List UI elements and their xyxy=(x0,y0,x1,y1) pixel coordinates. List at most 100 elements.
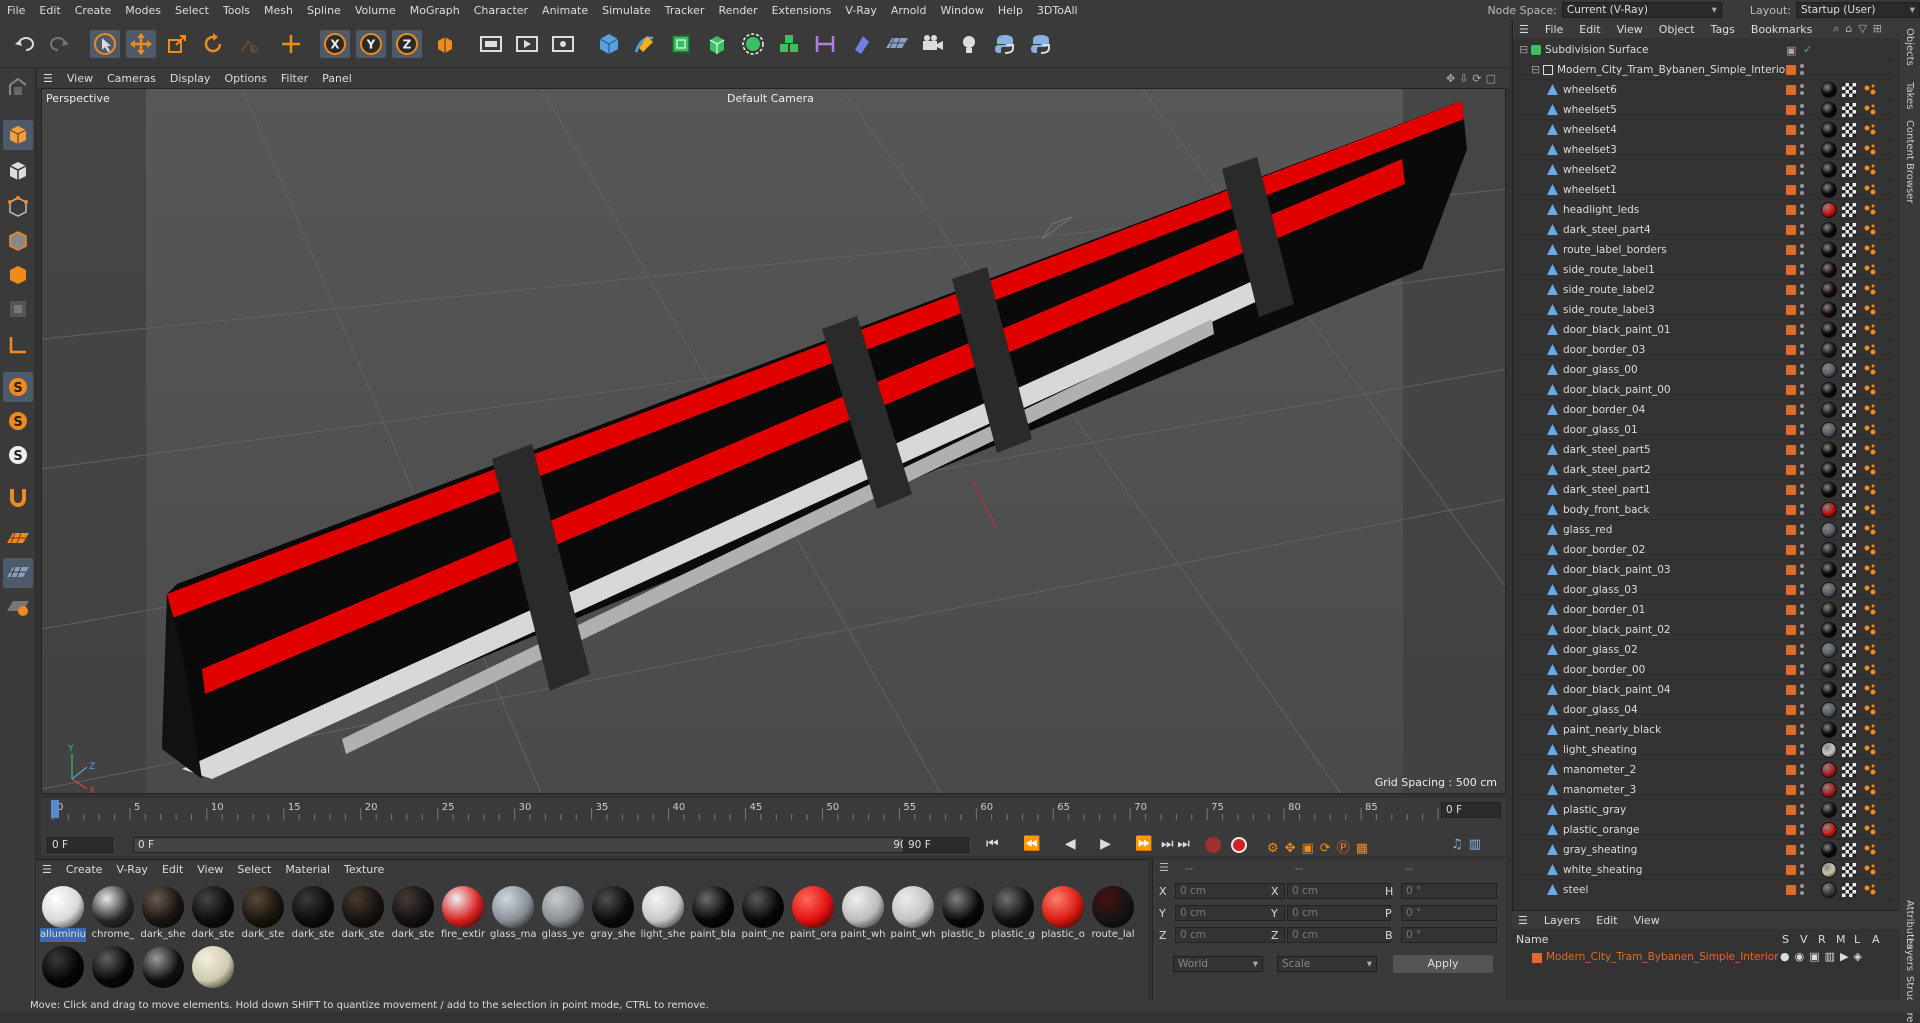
uvw-tag-icon[interactable] xyxy=(1842,303,1856,317)
material-tag-icon[interactable] xyxy=(1821,142,1837,158)
object-row[interactable]: body_front_back xyxy=(1513,500,1891,520)
uvw-tag-icon[interactable] xyxy=(1842,463,1856,477)
visibility-dots-icon[interactable] xyxy=(1800,83,1804,97)
visibility-dots-icon[interactable] xyxy=(1800,263,1804,277)
object-row[interactable]: manometer_2 xyxy=(1513,760,1891,780)
end-frame-field[interactable]: 90 F xyxy=(903,837,969,853)
visibility-dots-icon[interactable] xyxy=(1800,503,1804,517)
light-icon[interactable] xyxy=(954,30,984,58)
locked-icon[interactable] xyxy=(234,30,264,58)
axis-mode-icon[interactable] xyxy=(3,330,33,360)
visibility-dots-icon[interactable] xyxy=(1800,603,1804,617)
object-row[interactable]: door_border_02 xyxy=(1513,540,1891,560)
redo-icon[interactable] xyxy=(44,30,74,58)
material-tag-icon[interactable] xyxy=(1821,382,1837,398)
uvw-tag-icon[interactable] xyxy=(1842,263,1856,277)
object-row[interactable]: door_black_paint_03 xyxy=(1513,560,1891,580)
material-tag-icon[interactable] xyxy=(1821,242,1837,258)
expand-toggle-icon[interactable]: ⊟ xyxy=(1531,63,1540,76)
material-swatch[interactable]: paint_ora xyxy=(790,886,836,944)
key-channel-icons[interactable]: ⚙✥▣⟳Ⓟ▦ xyxy=(1267,837,1374,856)
phong-tag-icon[interactable] xyxy=(1863,264,1877,276)
rotation-field[interactable]: 0 ° xyxy=(1401,883,1497,899)
uvw-tag-icon[interactable] xyxy=(1842,83,1856,97)
visibility-dots-icon[interactable] xyxy=(1800,863,1804,877)
phong-tag-icon[interactable] xyxy=(1863,824,1877,836)
material-tag-icon[interactable] xyxy=(1821,622,1837,638)
object-row[interactable]: door_black_paint_04 xyxy=(1513,680,1891,700)
visibility-dots-icon[interactable] xyxy=(1800,483,1804,497)
uvw-tag-icon[interactable] xyxy=(1842,103,1856,117)
material-swatch[interactable]: chrome_ xyxy=(90,886,136,944)
autokey-icon[interactable] xyxy=(1231,837,1247,853)
viewport-menu-filter[interactable]: Filter xyxy=(274,72,315,85)
pen-icon[interactable] xyxy=(630,30,660,58)
material-swatch[interactable]: dark_ste xyxy=(190,886,236,944)
current-frame-field[interactable]: 0 F xyxy=(1441,802,1501,818)
object-row[interactable]: route_label_borders xyxy=(1513,240,1891,260)
phong-tag-icon[interactable] xyxy=(1863,664,1877,676)
menu-select[interactable]: Select xyxy=(168,4,216,17)
object-row[interactable]: side_route_label2 xyxy=(1513,280,1891,300)
material-tag-icon[interactable] xyxy=(1821,862,1837,878)
position-field[interactable]: 0 cm xyxy=(1175,905,1285,921)
render-view-icon[interactable] xyxy=(512,30,542,58)
visibility-dots-icon[interactable] xyxy=(1800,803,1804,817)
phong-tag-icon[interactable] xyxy=(1863,744,1877,756)
visibility-dots-icon[interactable] xyxy=(1800,823,1804,837)
phong-tag-icon[interactable] xyxy=(1863,784,1877,796)
record-key-icon[interactable] xyxy=(1205,837,1221,853)
coords-menu-icon[interactable]: ☰ xyxy=(1159,861,1169,874)
visibility-dots-icon[interactable] xyxy=(1800,683,1804,697)
timeline-ruler[interactable]: 051015202530354045505560657075808590 0 F xyxy=(41,798,1506,834)
object-row[interactable]: dark_steel_part5 xyxy=(1513,440,1891,460)
uvw-tag-icon[interactable] xyxy=(1842,863,1856,877)
object-row[interactable]: door_glass_03 xyxy=(1513,580,1891,600)
visibility-dots-icon[interactable] xyxy=(1800,563,1804,577)
frame-range-slider[interactable]: 0 F 90 F xyxy=(133,837,923,853)
material-tag-icon[interactable] xyxy=(1821,282,1837,298)
material-menu-texture[interactable]: Texture xyxy=(337,863,391,876)
axis-y-icon[interactable]: Y xyxy=(356,30,386,58)
material-swatch[interactable] xyxy=(90,946,136,1004)
phong-tag-icon[interactable] xyxy=(1863,464,1877,476)
material-swatch[interactable]: alluminiu xyxy=(40,886,86,944)
extrude-icon[interactable] xyxy=(702,30,732,58)
phong-tag-icon[interactable] xyxy=(1863,624,1877,636)
material-swatch[interactable]: dark_ste xyxy=(240,886,286,944)
layout-dropdown[interactable]: Startup (User) xyxy=(1796,2,1920,18)
locked-workplane-icon[interactable] xyxy=(3,558,33,588)
material-tag-icon[interactable] xyxy=(1821,802,1837,818)
uvw-tag-icon[interactable] xyxy=(1842,703,1856,717)
object-menu-bookmarks[interactable]: Bookmarks xyxy=(1743,23,1820,36)
model-mode-icon[interactable] xyxy=(3,120,33,150)
material-tag-icon[interactable] xyxy=(1821,702,1837,718)
edges-mode-icon[interactable] xyxy=(3,226,33,256)
material-swatch[interactable]: glass_ye xyxy=(540,886,586,944)
menu-spline[interactable]: Spline xyxy=(300,4,348,17)
rotation-field[interactable]: 0 ° xyxy=(1401,927,1497,943)
visibility-dots-icon[interactable] xyxy=(1800,743,1804,757)
phong-tag-icon[interactable] xyxy=(1863,404,1877,416)
menu-edit[interactable]: Edit xyxy=(32,4,67,17)
layers-menu-icon[interactable]: ☰ xyxy=(1512,914,1536,927)
scale-icon[interactable] xyxy=(162,30,192,58)
material-swatch[interactable]: plastic_o xyxy=(1040,886,1086,944)
phong-tag-icon[interactable] xyxy=(1863,304,1877,316)
visibility-dots-icon[interactable] xyxy=(1800,583,1804,597)
menu-animate[interactable]: Animate xyxy=(535,4,595,17)
visibility-dots-icon[interactable] xyxy=(1800,343,1804,357)
material-tag-icon[interactable] xyxy=(1821,542,1837,558)
visibility-dots-icon[interactable] xyxy=(1800,403,1804,417)
field-icon[interactable] xyxy=(810,30,840,58)
phong-tag-icon[interactable] xyxy=(1863,704,1877,716)
material-tag-icon[interactable] xyxy=(1821,582,1837,598)
object-row[interactable]: headlight_leds xyxy=(1513,200,1891,220)
uvw-tag-icon[interactable] xyxy=(1842,243,1856,257)
render-settings-icon[interactable] xyxy=(548,30,578,58)
material-tag-icon[interactable] xyxy=(1821,422,1837,438)
object-row[interactable]: plastic_gray xyxy=(1513,800,1891,820)
material-tag-icon[interactable] xyxy=(1821,762,1837,778)
uvw-tag-icon[interactable] xyxy=(1842,803,1856,817)
phong-tag-icon[interactable] xyxy=(1863,524,1877,536)
